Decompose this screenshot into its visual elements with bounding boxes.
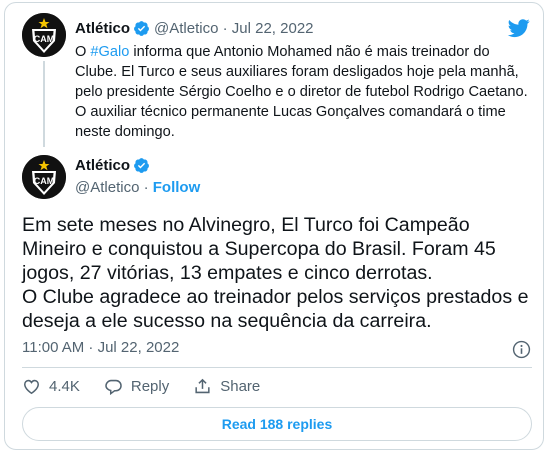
read-replies-button[interactable]: Read 188 replies	[22, 407, 532, 441]
follow-link[interactable]: Follow	[153, 179, 201, 196]
header-separator: ·	[218, 20, 232, 37]
parent-tweet-text: O #Galo informa que Antonio Mohamed não …	[75, 42, 533, 142]
parent-author-name[interactable]: Atlético	[75, 20, 130, 37]
parent-tweet-header: Atlético @Atletico · Jul 22, 2022	[75, 20, 314, 37]
info-icon[interactable]	[512, 340, 531, 359]
parent-text-rest: informa que Antonio Mohamed não é mais t…	[75, 44, 528, 140]
main-tweet-text: Em sete meses no Alvinegro, El Turco foi…	[22, 214, 529, 332]
twitter-bird-icon[interactable]	[507, 17, 531, 39]
main-handle-row: @Atletico · Follow	[75, 179, 200, 196]
tweet-embed-card: CAM Atlético @Atletico · Jul 22, 2022 O …	[4, 2, 544, 450]
verified-badge-icon	[134, 158, 149, 173]
share-button[interactable]: Share	[193, 377, 260, 396]
main-author-handle[interactable]: @Atletico	[75, 179, 139, 196]
main-author-name[interactable]: Atlético	[75, 157, 130, 174]
share-icon	[195, 378, 210, 394]
main-avatar[interactable]: CAM	[22, 155, 66, 199]
main-author-row: Atlético	[75, 157, 154, 174]
hashtag-link[interactable]: #Galo	[90, 44, 129, 60]
action-bar: 4.4K Reply Share	[22, 377, 284, 396]
handle-separator: ·	[139, 179, 153, 196]
like-count: 4.4K	[49, 378, 80, 395]
atletico-crest-logo: CAM	[22, 13, 66, 57]
parent-text-start: O	[75, 44, 91, 60]
svg-text:CAM: CAM	[34, 34, 55, 44]
tweet-timestamp[interactable]: 11:00 AM · Jul 22, 2022	[22, 339, 179, 356]
parent-avatar[interactable]: CAM	[22, 13, 66, 57]
thread-connector-line	[43, 61, 45, 147]
share-label: Share	[220, 378, 261, 395]
verified-badge-icon	[134, 21, 149, 36]
reply-button[interactable]: Reply	[104, 377, 169, 396]
divider	[22, 367, 532, 368]
svg-text:CAM: CAM	[34, 176, 55, 186]
like-button[interactable]: 4.4K	[22, 377, 80, 396]
heart-icon	[24, 379, 39, 395]
reply-icon	[105, 379, 122, 396]
parent-author-handle[interactable]: @Atletico	[154, 20, 218, 37]
reply-label: Reply	[130, 378, 170, 395]
parent-tweet-date[interactable]: Jul 22, 2022	[232, 20, 314, 37]
atletico-crest-logo: CAM	[22, 155, 66, 199]
